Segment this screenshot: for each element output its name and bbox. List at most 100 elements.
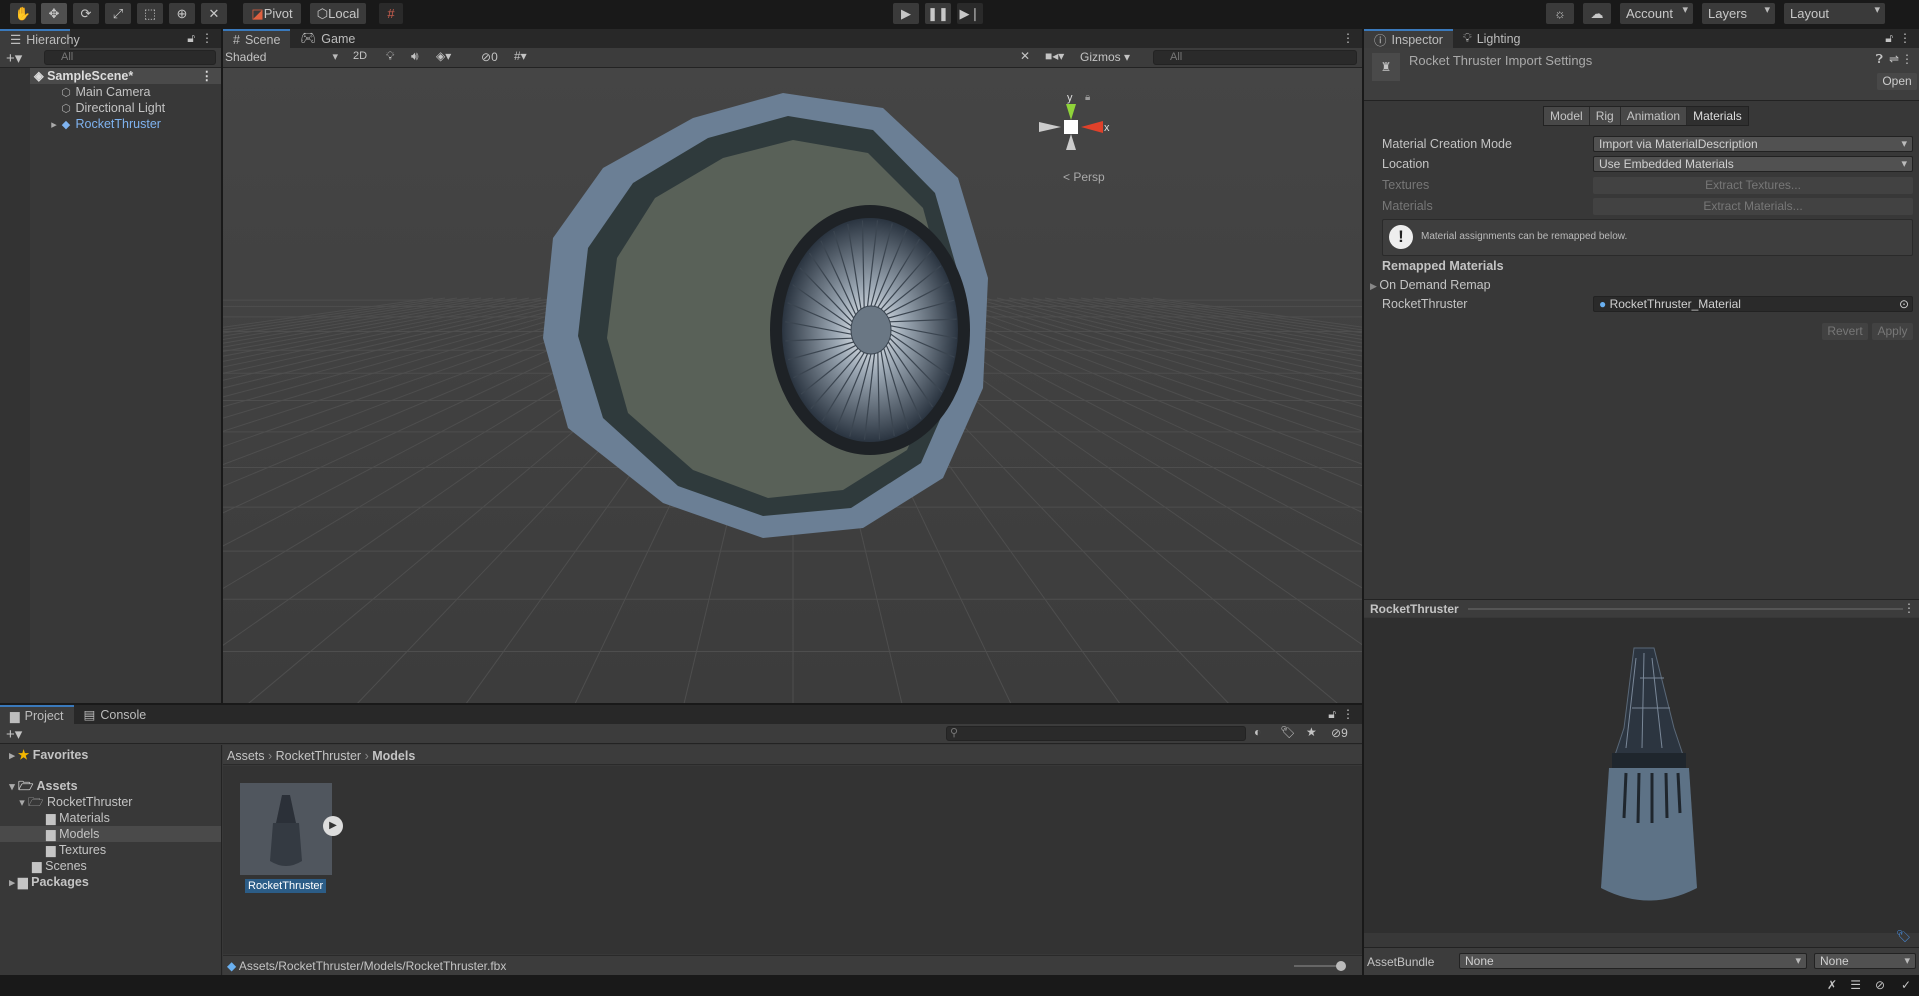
- rotate-tool-button[interactable]: ⟳: [73, 3, 99, 24]
- asset-name[interactable]: RocketThruster: [245, 879, 327, 893]
- help-icon[interactable]: ❓︎: [1876, 52, 1883, 67]
- more-icon[interactable]: ⋮: [1903, 601, 1915, 615]
- tab-inspector[interactable]: ⓘ Inspector: [1364, 29, 1453, 48]
- grid-toggle-icon[interactable]: #▾: [514, 49, 527, 63]
- effects-toggle-icon[interactable]: ◈▾: [436, 49, 451, 63]
- tab-project[interactable]: ▆ Project: [0, 705, 74, 724]
- tools-icon[interactable]: ✕: [1020, 49, 1030, 63]
- lighting-toggle-icon[interactable]: 💡︎: [386, 49, 394, 64]
- subtab-materials[interactable]: Materials: [1687, 107, 1748, 125]
- more-icon[interactable]: ⋮: [201, 31, 213, 45]
- material-creation-mode-dropdown[interactable]: Import via MaterialDescription: [1593, 136, 1913, 152]
- tree-textures[interactable]: ▆ Textures: [0, 842, 221, 858]
- subtab-model[interactable]: Model: [1544, 107, 1590, 125]
- more-icon[interactable]: ⋮: [1342, 31, 1354, 45]
- layout-dropdown[interactable]: Layout: [1784, 3, 1885, 24]
- rect-tool-button[interactable]: ⬚: [137, 3, 163, 24]
- material-object-field[interactable]: ● RocketThruster_Material ⊙: [1593, 296, 1913, 312]
- cloud-button[interactable]: ☁: [1583, 3, 1611, 24]
- thumbnail-size-slider[interactable]: [1294, 961, 1346, 971]
- object-picker-icon[interactable]: ⊙: [1899, 297, 1909, 311]
- step-button[interactable]: ▶❘: [957, 3, 983, 24]
- lock-icon[interactable]: 🔓︎: [1885, 31, 1893, 46]
- services-button[interactable]: ☼: [1546, 3, 1574, 24]
- gizmo-center[interactable]: [1064, 120, 1078, 134]
- more-icon[interactable]: ⋮: [1342, 707, 1354, 721]
- scene-search-input[interactable]: All: [1153, 50, 1357, 65]
- tab-game[interactable]: 🎮︎ Game: [290, 29, 365, 48]
- lock-icon[interactable]: 🔓︎: [1328, 707, 1336, 722]
- revert-button[interactable]: Revert: [1822, 323, 1868, 340]
- list-item[interactable]: ⬡ Main Camera: [0, 84, 221, 100]
- layers-dropdown[interactable]: Layers: [1702, 3, 1775, 24]
- location-dropdown[interactable]: Use Embedded Materials: [1593, 156, 1913, 172]
- play-button[interactable]: ▶: [893, 3, 919, 24]
- tree-rocketthruster[interactable]: ▾ 🗁︎ RocketThruster: [0, 794, 221, 810]
- debug-icon[interactable]: ✗: [1827, 978, 1837, 992]
- hierarchy-search-input[interactable]: All: [44, 50, 216, 65]
- filter-label-icon[interactable]: 🏷︎: [1280, 725, 1295, 739]
- scene-row[interactable]: ◈ SampleScene* ⋮: [0, 68, 221, 84]
- more-icon[interactable]: ⋮: [1901, 52, 1913, 66]
- pause-button[interactable]: ❚❚: [925, 3, 951, 24]
- camera-icon[interactable]: ■◂▾: [1045, 49, 1064, 63]
- assetbundle-dropdown[interactable]: None: [1459, 953, 1807, 969]
- list-item[interactable]: ▸ ◆ RocketThruster: [0, 116, 221, 132]
- expand-arrow-icon[interactable]: ▸: [48, 117, 60, 133]
- move-tool-button[interactable]: ✥: [41, 3, 67, 24]
- cache-icon[interactable]: ☰: [1850, 978, 1861, 992]
- projection-label[interactable]: < Persp: [1063, 170, 1105, 184]
- open-button[interactable]: Open: [1877, 73, 1917, 90]
- grid-snap-button[interactable]: #: [379, 3, 403, 24]
- tree-favorites[interactable]: ▸ ★ Favorites: [0, 747, 221, 763]
- tab-scene[interactable]: # Scene: [223, 29, 291, 48]
- hidden-packages-icon[interactable]: ⊘9: [1331, 726, 1348, 740]
- subtab-animation[interactable]: Animation: [1620, 107, 1688, 125]
- extract-materials-button[interactable]: Extract Materials...: [1593, 198, 1913, 215]
- local-button[interactable]: ⬡ Local: [310, 3, 366, 24]
- model-preview[interactable]: [1364, 618, 1919, 933]
- subtab-rig[interactable]: Rig: [1589, 107, 1621, 125]
- assetbundle-variant-dropdown[interactable]: None: [1814, 953, 1916, 969]
- tree-scenes[interactable]: ▆ Scenes: [0, 858, 221, 874]
- more-icon[interactable]: ⋮: [1899, 31, 1911, 45]
- tree-models[interactable]: ▆ Models: [0, 826, 221, 842]
- gizmos-dropdown[interactable]: Gizmos ▾: [1080, 50, 1130, 64]
- hand-tool-button[interactable]: ✋: [10, 3, 36, 24]
- scene-viewport[interactable]: y x 🔒︎ < Persp: [223, 68, 1362, 703]
- asset-label-icon[interactable]: 🏷︎: [1896, 929, 1911, 943]
- shading-dropdown[interactable]: Shaded: [225, 49, 343, 66]
- tab-lighting[interactable]: 💡︎ Lighting: [1453, 29, 1531, 48]
- preview-header[interactable]: RocketThruster ⋮: [1364, 599, 1919, 617]
- transform-tool-button[interactable]: ⊕: [169, 3, 195, 24]
- add-icon[interactable]: +▾: [6, 49, 22, 67]
- presets-icon[interactable]: ⇌: [1889, 52, 1899, 66]
- preview-drag-handle[interactable]: [1468, 608, 1903, 610]
- account-dropdown[interactable]: Account: [1620, 3, 1693, 24]
- apply-button[interactable]: Apply: [1872, 323, 1913, 340]
- pivot-button[interactable]: ◪ Pivot: [243, 3, 301, 24]
- list-item[interactable]: ⬡ Directional Light: [0, 100, 221, 116]
- check-icon[interactable]: ✓: [1901, 978, 1911, 992]
- 2d-toggle[interactable]: 2D: [353, 50, 367, 62]
- gizmo-lock-icon[interactable]: 🔒︎: [1085, 92, 1090, 103]
- custom-tool-button[interactable]: ✕: [201, 3, 227, 24]
- more-icon[interactable]: ⋮: [201, 68, 214, 84]
- network-icon[interactable]: ⊘: [1875, 978, 1885, 992]
- slider-handle[interactable]: [1336, 961, 1346, 971]
- tree-packages[interactable]: ▸ ▆ Packages: [0, 874, 221, 890]
- lock-icon[interactable]: 🔓︎: [187, 31, 195, 46]
- asset-thumbnail[interactable]: [240, 783, 332, 875]
- filter-type-icon[interactable]: ◐: [1254, 725, 1261, 739]
- tree-assets[interactable]: ▾ 🗁︎ Assets: [0, 778, 221, 794]
- breadcrumb-models[interactable]: Models: [372, 749, 415, 763]
- breadcrumb-assets[interactable]: Assets: [227, 749, 265, 763]
- tab-hierarchy[interactable]: ☰ Hierarchy: [0, 29, 80, 48]
- audio-toggle-icon[interactable]: 🔊︎: [411, 49, 419, 64]
- scale-tool-button[interactable]: ⤢: [105, 3, 131, 24]
- tree-materials[interactable]: ▆ Materials: [0, 810, 221, 826]
- hidden-objects-icon[interactable]: ⊘0: [481, 50, 498, 64]
- tab-console[interactable]: ▤ Console: [74, 705, 157, 724]
- breadcrumb-rocketthruster[interactable]: RocketThruster: [276, 749, 361, 763]
- favorite-icon[interactable]: ★: [1306, 725, 1317, 739]
